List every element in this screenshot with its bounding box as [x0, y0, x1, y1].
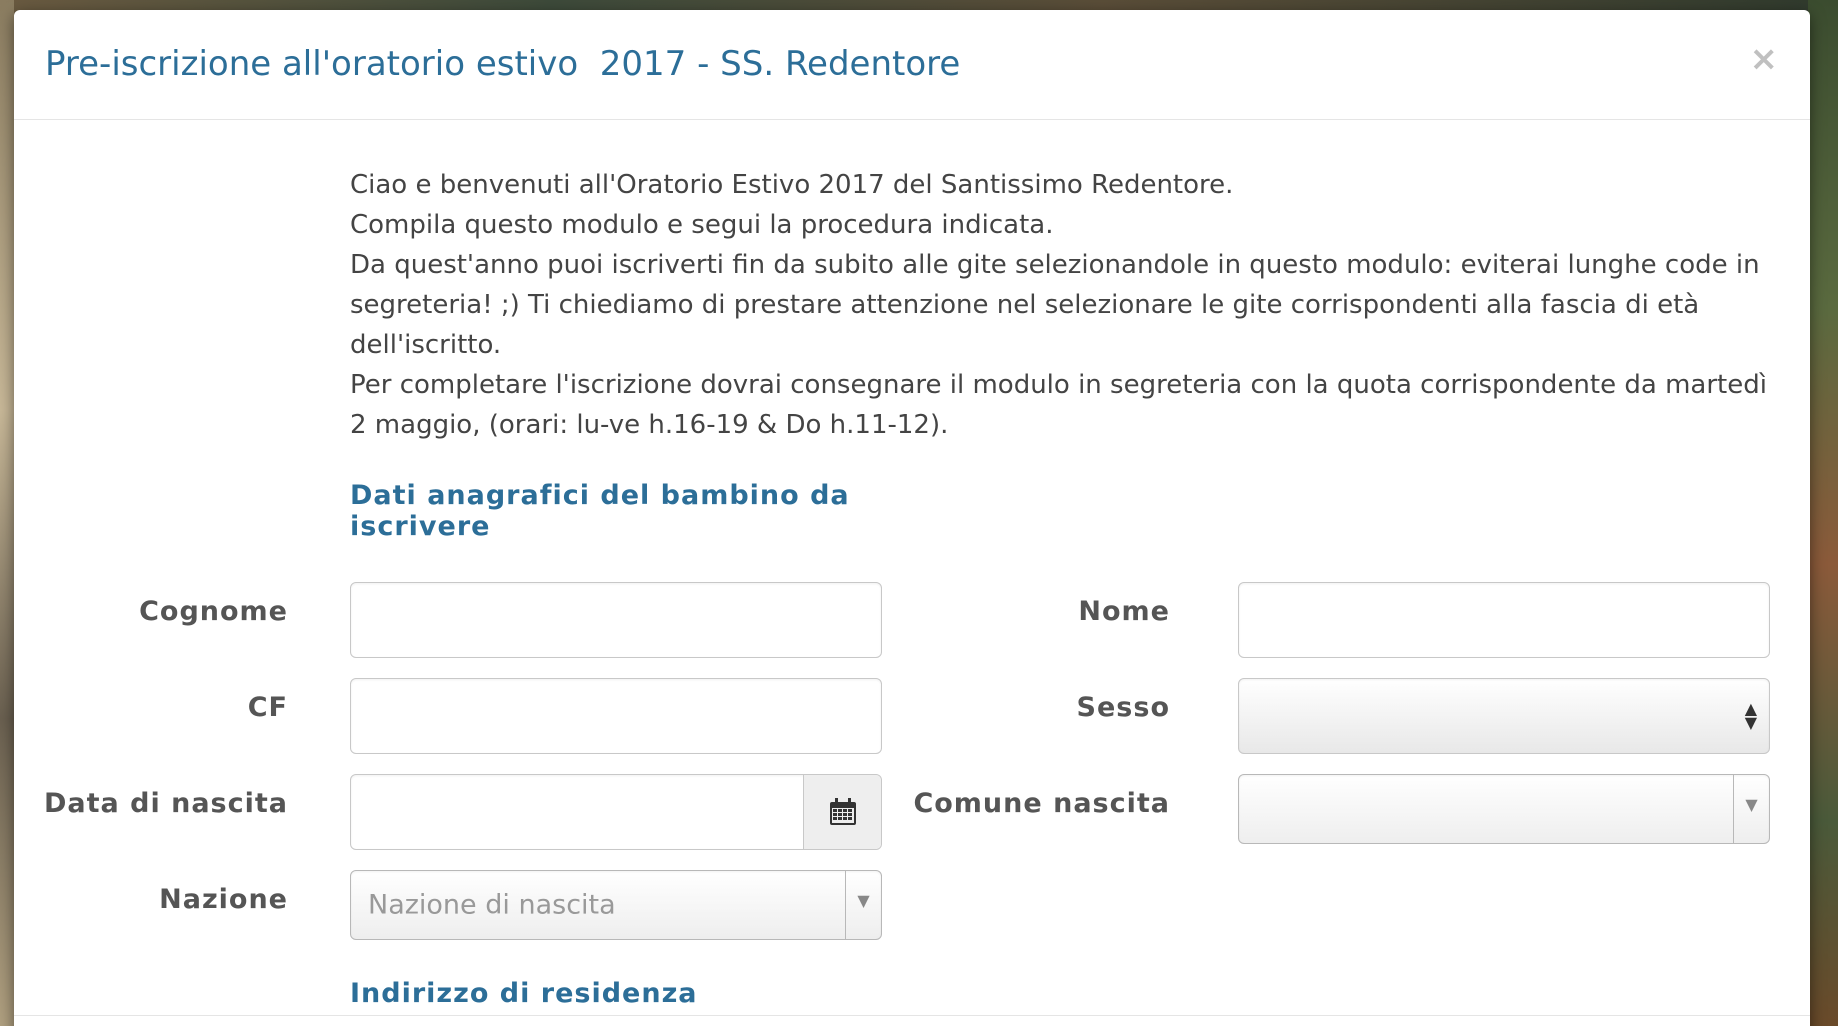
nome-input[interactable]	[1239, 583, 1769, 657]
cognome-field-wrapper	[350, 582, 882, 658]
modal-body-divider	[14, 1015, 1810, 1016]
nome-field-wrapper	[1238, 582, 1770, 658]
intro-text: Ciao e benvenuti all'Oratorio Estivo 201…	[350, 165, 1770, 445]
close-icon[interactable]: ×	[1750, 42, 1779, 76]
data-nascita-field-wrapper	[350, 774, 882, 850]
intro-line-welcome: Ciao e benvenuti all'Oratorio Estivo 201…	[350, 170, 1234, 200]
data-nascita-input[interactable]	[351, 775, 803, 849]
backdrop-right-edge	[1808, 0, 1838, 1026]
nome-label: Nome	[1078, 596, 1170, 627]
backdrop-left-edge	[0, 0, 14, 1026]
data-nascita-label: Data di nascita	[43, 788, 288, 819]
modal-header: Pre-iscrizione all'oratorio estivo 2017 …	[14, 10, 1810, 120]
cf-input[interactable]	[351, 679, 881, 753]
calendar-icon	[829, 798, 856, 825]
intro-line-trips: Da quest'anno puoi iscriverti fin da sub…	[350, 250, 1760, 360]
modal-title: Pre-iscrizione all'oratorio estivo 2017 …	[45, 44, 961, 84]
chevron-down-icon: ▼	[1733, 775, 1769, 843]
cf-label: CF	[247, 692, 288, 723]
nazione-label: Nazione	[159, 884, 288, 915]
intro-line-instructions: Compila questo modulo e segui la procedu…	[350, 210, 1054, 240]
comune-nascita-select[interactable]: ▼	[1238, 774, 1770, 844]
chevron-down-icon: ▼	[845, 871, 881, 939]
nazione-placeholder: Nazione di nascita	[368, 889, 616, 921]
sesso-select[interactable]: ▲ ▼	[1238, 678, 1770, 754]
calendar-button[interactable]	[803, 775, 881, 849]
updown-arrows-icon: ▲ ▼	[1744, 699, 1757, 732]
section-title-child-data: Dati anagrafici del bambino da iscrivere	[350, 480, 850, 542]
registration-modal: Pre-iscrizione all'oratorio estivo 2017 …	[14, 10, 1810, 1026]
comune-nascita-label: Comune nascita	[913, 788, 1170, 819]
cognome-input[interactable]	[351, 583, 881, 657]
sesso-label: Sesso	[1076, 692, 1170, 723]
nazione-select[interactable]: Nazione di nascita ▼	[350, 870, 882, 940]
section-title-residence: Indirizzo di residenza	[350, 978, 698, 1009]
cf-field-wrapper	[350, 678, 882, 754]
cognome-label: Cognome	[139, 596, 288, 627]
intro-line-completion: Per completare l'iscrizione dovrai conse…	[350, 370, 1767, 440]
